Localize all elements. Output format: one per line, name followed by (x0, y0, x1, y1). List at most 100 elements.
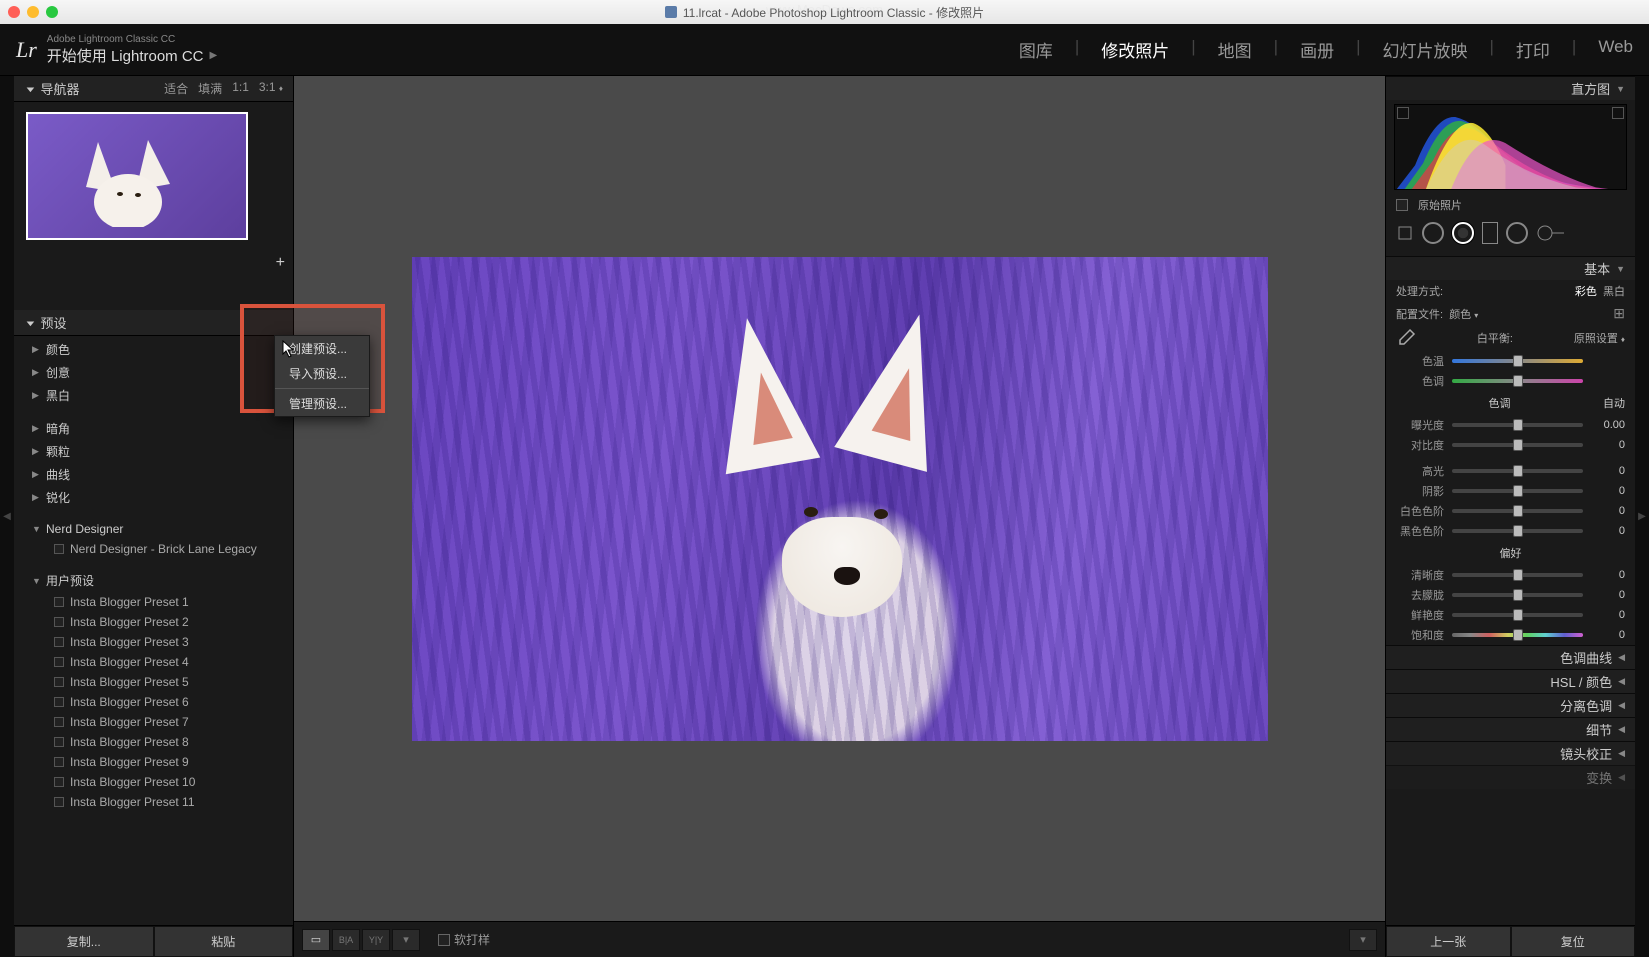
disclosure-icon: ▼ (1616, 264, 1625, 274)
zoom-ratio[interactable]: 3:1 ♦ (259, 80, 283, 97)
histogram-header[interactable]: 直方图▼ (1386, 76, 1635, 100)
shadows-slider[interactable]: 阴影0 (1386, 481, 1635, 501)
wb-dropdown[interactable]: 原照设置 ♦ (1574, 330, 1625, 346)
image-canvas[interactable] (294, 76, 1385, 921)
split-toning-header[interactable]: 分离色调◀ (1386, 693, 1635, 717)
clarity-slider[interactable]: 清晰度0 (1386, 565, 1635, 585)
preset-item[interactable]: Insta Blogger Preset 6 (14, 692, 293, 712)
preset-item[interactable]: Insta Blogger Preset 11 (14, 792, 293, 812)
preset-folder[interactable]: ▶曲线 (14, 463, 293, 486)
preset-item[interactable]: Insta Blogger Preset 1 (14, 592, 293, 612)
preset-folder[interactable]: ▶颜色 (14, 338, 293, 361)
brush-tool-icon[interactable] (1536, 224, 1566, 242)
preset-folder[interactable]: ▶颗粒 (14, 440, 293, 463)
dehaze-slider[interactable]: 去朦胧0 (1386, 585, 1635, 605)
preset-folder-user[interactable]: ▼用户预设 (14, 569, 293, 592)
crop-tool-icon[interactable] (1396, 224, 1414, 242)
redeye-tool-icon[interactable] (1452, 222, 1474, 244)
preset-folder[interactable]: ▶创意 (14, 361, 293, 384)
module-print[interactable]: 打印 (1516, 37, 1550, 62)
transform-header[interactable]: 变换◀ (1386, 765, 1635, 789)
zoom-fit[interactable]: 适合 (164, 80, 188, 97)
preset-item[interactable]: Insta Blogger Preset 10 (14, 772, 293, 792)
left-panel-collapse[interactable]: ◀ (0, 76, 14, 957)
profile-row[interactable]: 配置文件: 颜色 ▾ ⊞ (1386, 302, 1635, 325)
preset-item[interactable]: Insta Blogger Preset 8 (14, 732, 293, 752)
detail-header[interactable]: 细节◀ (1386, 717, 1635, 741)
menu-manage-preset[interactable]: 管理预设... (275, 391, 369, 416)
identity-plate[interactable]: 开始使用 Lightroom CC▶ (47, 45, 217, 66)
presets-header[interactable]: ▼ 预设 + (14, 310, 293, 336)
exposure-slider[interactable]: 曝光度0.00 (1386, 415, 1635, 435)
tone-curve-header[interactable]: 色调曲线◀ (1386, 645, 1635, 669)
navigator-header[interactable]: ▼ 导航器 适合 填满 1:1 3:1 ♦ (14, 76, 293, 102)
treatment-bw[interactable]: 黑白 (1603, 286, 1625, 298)
blacks-slider[interactable]: 黑色色阶0 (1386, 521, 1635, 541)
original-photo-toggle[interactable]: 原始照片 (1386, 194, 1635, 216)
basic-panel-header[interactable]: 基本▼ (1386, 256, 1635, 280)
module-slideshow[interactable]: 幻灯片放映 (1383, 37, 1468, 62)
loupe-view-button[interactable]: ▭ (302, 929, 330, 951)
zoom-1-1[interactable]: 1:1 (232, 80, 249, 97)
saturation-slider[interactable]: 饱和度0 (1386, 625, 1635, 645)
preset-swatch-icon (54, 617, 64, 627)
app-header: Lr Adobe Lightroom Classic CC 开始使用 Light… (0, 24, 1649, 76)
copy-settings-button[interactable]: 复制... (14, 926, 154, 957)
module-library[interactable]: 图库 (1019, 37, 1053, 62)
zoom-fill[interactable]: 填满 (198, 80, 222, 97)
chevron-right-icon: ▶ (1638, 511, 1646, 522)
before-after-tb-button[interactable]: Y|Y (362, 929, 390, 951)
hsl-header[interactable]: HSL / 颜色◀ (1386, 669, 1635, 693)
add-preset-button[interactable]: + (276, 254, 285, 272)
preset-item[interactable]: Insta Blogger Preset 7 (14, 712, 293, 732)
spot-removal-tool-icon[interactable] (1422, 222, 1444, 244)
module-book[interactable]: 画册 (1300, 37, 1334, 62)
preset-folder[interactable]: ▶黑白 (14, 384, 293, 407)
graduated-filter-tool-icon[interactable] (1482, 222, 1498, 244)
eyedropper-icon[interactable] (1396, 328, 1416, 348)
preset-item[interactable]: Nerd Designer - Brick Lane Legacy (14, 539, 293, 559)
radial-filter-tool-icon[interactable] (1506, 222, 1528, 244)
preset-item[interactable]: Insta Blogger Preset 9 (14, 752, 293, 772)
profile-browser-icon[interactable]: ⊞ (1613, 305, 1625, 322)
preset-swatch-icon (54, 797, 64, 807)
tint-slider[interactable]: 色调 (1386, 371, 1635, 391)
disclosure-icon: ◀ (1618, 652, 1625, 663)
histogram[interactable] (1394, 104, 1627, 190)
preset-folder[interactable]: ▶锐化 (14, 486, 293, 509)
auto-tone-button[interactable]: 自动 (1603, 395, 1625, 411)
contrast-slider[interactable]: 对比度0 (1386, 435, 1635, 455)
disclosure-icon: ▶ (32, 423, 40, 434)
preset-swatch-icon (54, 657, 64, 667)
preset-swatch-icon (54, 777, 64, 787)
preset-item[interactable]: Insta Blogger Preset 2 (14, 612, 293, 632)
menu-import-preset[interactable]: 导入预设... (275, 361, 369, 386)
checkbox-icon (438, 934, 450, 946)
right-panel-collapse[interactable]: ▶ (1635, 76, 1649, 957)
preset-folder[interactable]: ▶暗角 (14, 417, 293, 440)
highlights-slider[interactable]: 高光0 (1386, 461, 1635, 481)
toolbar-menu[interactable]: ▾ (1349, 929, 1377, 951)
reset-button[interactable]: 复位 (1511, 926, 1636, 957)
soft-proof-checkbox[interactable]: 软打样 (438, 931, 490, 948)
module-web[interactable]: Web (1598, 37, 1633, 62)
treatment-color[interactable]: 彩色 (1575, 286, 1597, 298)
preset-item[interactable]: Insta Blogger Preset 4 (14, 652, 293, 672)
module-map[interactable]: 地图 (1218, 37, 1252, 62)
preset-item[interactable]: Insta Blogger Preset 5 (14, 672, 293, 692)
lens-corrections-header[interactable]: 镜头校正◀ (1386, 741, 1635, 765)
treatment-row: 处理方式: 彩色 黑白 (1386, 280, 1635, 302)
chevron-right-icon: ▶ (210, 50, 218, 61)
preset-swatch-icon (54, 677, 64, 687)
navigator-thumbnail[interactable] (14, 102, 293, 250)
whites-slider[interactable]: 白色色阶0 (1386, 501, 1635, 521)
before-after-lr-button[interactable]: B|A (332, 929, 360, 951)
preset-folder-nerd[interactable]: ▼Nerd Designer (14, 519, 293, 539)
toolbar-dropdown[interactable]: ▾ (392, 929, 420, 951)
paste-settings-button[interactable]: 粘贴 (154, 926, 294, 957)
preset-item[interactable]: Insta Blogger Preset 3 (14, 632, 293, 652)
temp-slider[interactable]: 色温 (1386, 351, 1635, 371)
previous-button[interactable]: 上一张 (1386, 926, 1511, 957)
module-develop[interactable]: 修改照片 (1101, 37, 1169, 62)
vibrance-slider[interactable]: 鲜艳度0 (1386, 605, 1635, 625)
